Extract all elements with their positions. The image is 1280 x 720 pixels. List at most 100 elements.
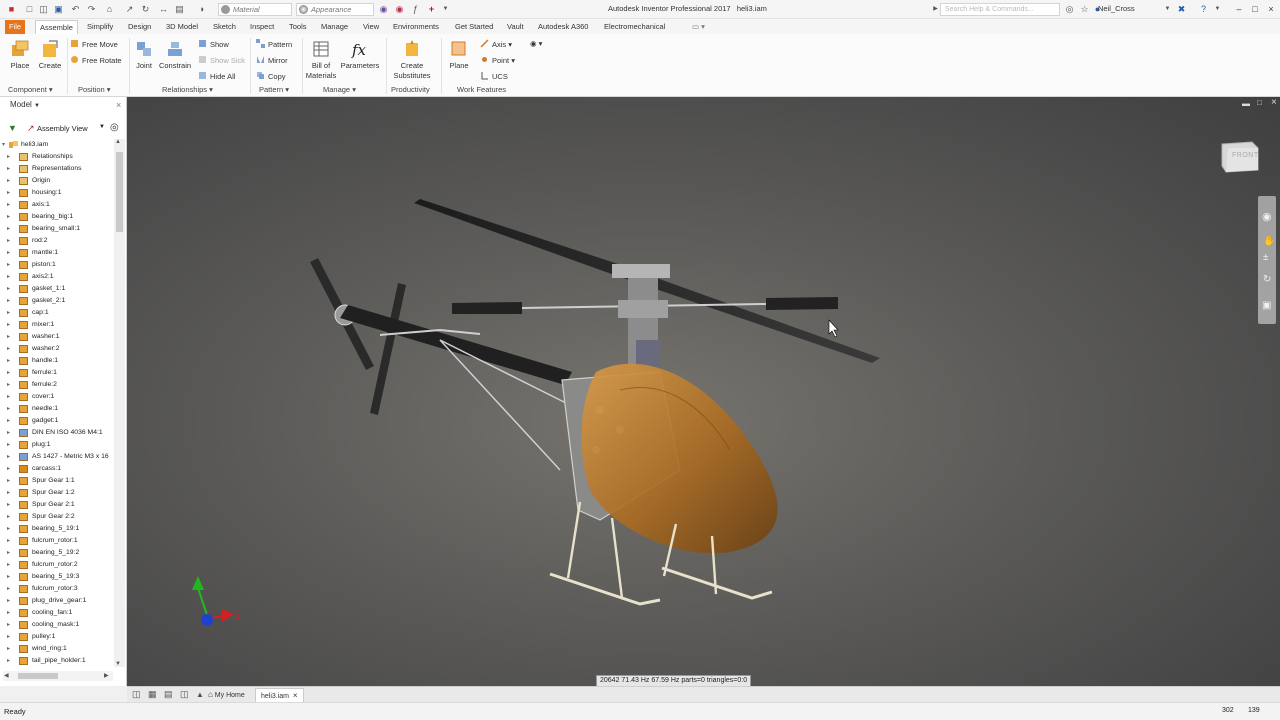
tree-item[interactable]: ▸ tail_pipe_holder:1: [0, 655, 114, 665]
tree-item[interactable]: ▸ handle:1: [0, 355, 114, 367]
tree-item[interactable]: ▸ Relationships: [0, 151, 114, 163]
tree-item[interactable]: ▸ washer:2: [0, 343, 114, 355]
expand-icon[interactable]: ▸: [7, 631, 10, 643]
ucs-button[interactable]: UCS: [480, 71, 508, 82]
create-button[interactable]: Create: [36, 39, 64, 70]
minimize-icon[interactable]: –: [1232, 3, 1246, 15]
expand-icon[interactable]: ▸: [7, 415, 10, 427]
expand-icon[interactable]: ▸: [7, 247, 10, 259]
tab-manage[interactable]: Manage: [317, 20, 352, 34]
tree-item[interactable]: ▸ mixer:1: [0, 319, 114, 331]
scroll-down-icon[interactable]: ▼: [115, 661, 121, 667]
app-logo-icon[interactable]: ■: [6, 4, 17, 15]
tree-item[interactable]: ▸ pulley:1: [0, 631, 114, 643]
scroll-up-icon[interactable]: ▲: [115, 139, 121, 145]
tree-item[interactable]: ▸ Origin: [0, 175, 114, 187]
expand-icon[interactable]: ▸: [7, 283, 10, 295]
group-component-label[interactable]: Component ▾: [8, 85, 53, 94]
create-substitutes-button[interactable]: Create Substitutes: [390, 39, 434, 81]
undo-icon[interactable]: ↶: [70, 4, 81, 15]
free-move-button[interactable]: Free Move: [70, 39, 118, 50]
customize-qat-icon[interactable]: ▼: [440, 4, 451, 15]
open-file-icon[interactable]: ◫: [38, 4, 49, 15]
measure-icon[interactable]: ↔: [158, 4, 169, 15]
search-input[interactable]: Search Help & Commands...: [940, 3, 1060, 16]
filter-icon[interactable]: ▼: [8, 123, 17, 133]
add-icon[interactable]: +: [426, 4, 437, 15]
tree-item[interactable]: ▸ axis:1: [0, 199, 114, 211]
tab-heli3[interactable]: heli3.iam ×: [255, 688, 304, 702]
browser-horizontal-scroll-thumb[interactable]: [18, 673, 58, 679]
new-file-icon[interactable]: □: [24, 4, 35, 15]
tree-item[interactable]: ▸ wind_ring:1: [0, 643, 114, 655]
tree-item[interactable]: ▸ fulcrum_rotor:3: [0, 583, 114, 595]
expand-icon[interactable]: ▸: [7, 475, 10, 487]
tab-view[interactable]: View: [359, 20, 383, 34]
update-icon[interactable]: ↻: [140, 4, 151, 15]
expand-icon[interactable]: ▸: [7, 451, 10, 463]
expand-icon[interactable]: ▸: [7, 571, 10, 583]
expand-icon[interactable]: ▸: [7, 367, 10, 379]
expand-icon[interactable]: ▸: [7, 427, 10, 439]
tree-item[interactable]: ▸ bearing_5_19:3: [0, 571, 114, 583]
tree-item[interactable]: ▸ Representations: [0, 163, 114, 175]
tab-3d-model[interactable]: 3D Model: [162, 20, 202, 34]
browser-title-dropdown-icon[interactable]: ▼: [34, 103, 40, 109]
parameters-quick-icon[interactable]: ƒ: [410, 4, 421, 15]
save-icon[interactable]: ▣: [53, 4, 64, 15]
tree-item[interactable]: ▸ bearing_big:1: [0, 211, 114, 223]
place-button[interactable]: Place: [8, 39, 32, 70]
expand-icon[interactable]: ▸: [7, 463, 10, 475]
expand-icon[interactable]: ▸: [7, 499, 10, 511]
tree-item[interactable]: ▸ carcass:1: [0, 463, 114, 475]
group-manage-label[interactable]: Manage ▾: [323, 85, 356, 94]
scroll-left-icon[interactable]: ◀: [4, 672, 9, 679]
show-sick-button[interactable]: Show Sick: [198, 55, 245, 66]
tree-item[interactable]: ▸ washer:1: [0, 331, 114, 343]
material-combo[interactable]: Material: [218, 3, 292, 16]
favorites-icon[interactable]: ☆: [1079, 4, 1090, 15]
tree-item[interactable]: ▸ needle:1: [0, 403, 114, 415]
tab-my-home[interactable]: ⌂ My Home: [203, 688, 250, 702]
show-button[interactable]: Show: [198, 39, 229, 50]
tree-root-node[interactable]: ▾ heli3.iam: [0, 139, 114, 151]
tab-sketch[interactable]: Sketch: [209, 20, 240, 34]
collapse-icon[interactable]: ▾: [2, 139, 5, 151]
tree-item[interactable]: ▸ ferrule:1: [0, 367, 114, 379]
tree-item[interactable]: ▸ gadget:1: [0, 415, 114, 427]
expand-icon[interactable]: ▸: [7, 487, 10, 499]
tree-item[interactable]: ▸ housing:1: [0, 187, 114, 199]
assembly-view-label[interactable]: Assembly View: [37, 124, 88, 133]
tab-electromechanical[interactable]: Electromechanical: [600, 20, 669, 34]
expand-icon[interactable]: ▸: [7, 559, 10, 571]
group-productivity-label[interactable]: Productivity: [391, 85, 430, 94]
tree-item[interactable]: ▸ bearing_5_19:1: [0, 523, 114, 535]
expand-icon[interactable]: ▸: [7, 187, 10, 199]
expand-icon[interactable]: ▸: [7, 511, 10, 523]
expand-icon[interactable]: ▸: [7, 583, 10, 595]
user-name[interactable]: Neil_Cross: [1098, 4, 1135, 13]
home-icon[interactable]: ⌂: [104, 4, 115, 15]
orbit-icon[interactable]: ↻: [1263, 274, 1271, 285]
constrain-button[interactable]: Constrain: [158, 39, 192, 70]
tab-simplify[interactable]: Simplify: [83, 20, 117, 34]
viewcube[interactable]: FRONT: [1218, 138, 1262, 174]
pan-icon[interactable]: ✋: [1263, 236, 1275, 247]
expand-icon[interactable]: ▸: [7, 643, 10, 655]
expand-icon[interactable]: ▸: [7, 199, 10, 211]
tab-autodesk-a360[interactable]: Autodesk A360: [534, 20, 592, 34]
assembly-view-dropdown-icon[interactable]: ▼: [99, 124, 105, 130]
group-work-features-label[interactable]: Work Features: [457, 85, 506, 94]
expand-icon[interactable]: ▸: [7, 619, 10, 631]
axis-button[interactable]: Axis ▾: [480, 39, 512, 50]
expand-icon[interactable]: ▸: [7, 391, 10, 403]
tab-design[interactable]: Design: [124, 20, 155, 34]
parameters-button[interactable]: fx Parameters: [340, 39, 380, 70]
expand-icon[interactable]: ▸: [7, 535, 10, 547]
tree-item[interactable]: ▸ Spur Gear 2:2: [0, 511, 114, 523]
exchange-icon[interactable]: ✖: [1176, 4, 1187, 15]
zoom-icon[interactable]: ±: [1263, 252, 1269, 263]
joint-button[interactable]: Joint: [133, 39, 155, 70]
tree-item[interactable]: ▸ fulcrum_rotor:2: [0, 559, 114, 571]
ribbon-options-icon[interactable]: ▭ ▾: [688, 20, 709, 34]
